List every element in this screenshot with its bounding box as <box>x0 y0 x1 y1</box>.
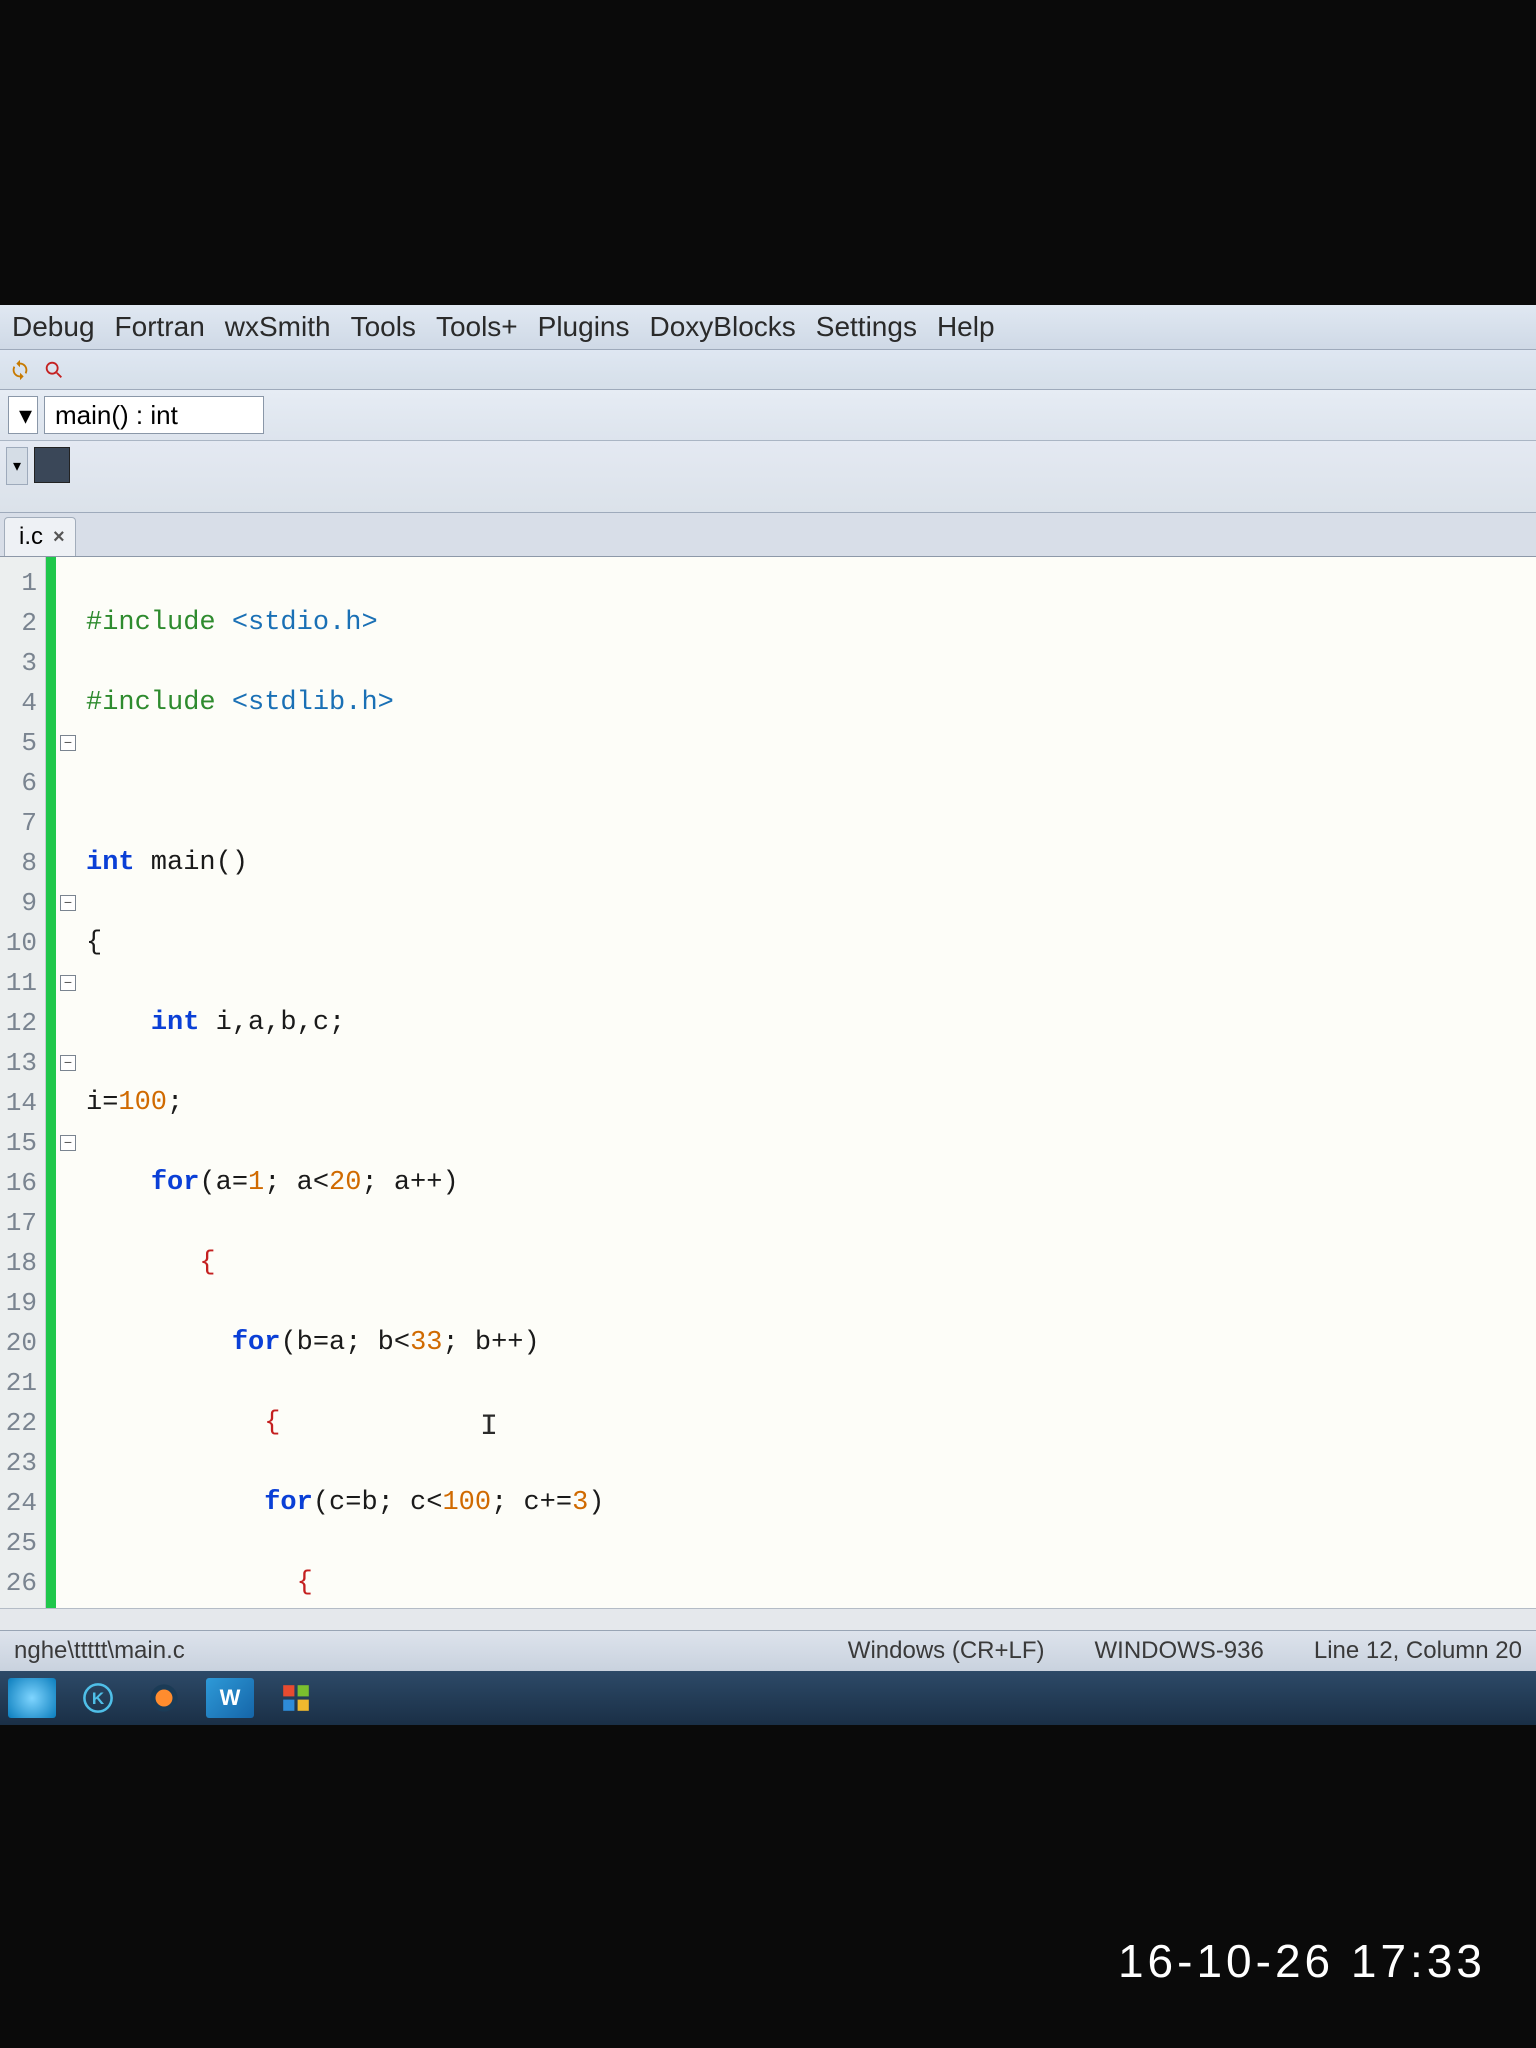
menu-toolsplus[interactable]: Tools+ <box>436 311 518 343</box>
taskbar: K W <box>0 1671 1536 1725</box>
status-encoding: WINDOWS-936 <box>1095 1637 1264 1665</box>
toolbar <box>0 350 1536 390</box>
refresh-icon[interactable] <box>6 356 34 384</box>
fold-toggle[interactable]: − <box>60 1055 76 1071</box>
status-eol: Windows (CR+LF) <box>848 1637 1045 1665</box>
taskbar-app-5[interactable] <box>272 1678 320 1718</box>
secondary-toolbar: ▾ <box>0 441 1536 513</box>
line-gutter: 123 456 789 101112 131415 161718 192021 … <box>0 557 46 1608</box>
menu-tools[interactable]: Tools <box>351 311 416 343</box>
close-icon[interactable]: × <box>53 526 65 549</box>
tab-bar: i.c × <box>0 513 1536 557</box>
menu-help[interactable]: Help <box>937 311 995 343</box>
code-editor[interactable]: 123 456 789 101112 131415 161718 192021 … <box>0 557 1536 1608</box>
horizontal-scrollbar[interactable] <box>0 1608 1536 1630</box>
fold-toggle[interactable]: − <box>60 735 76 751</box>
menu-settings[interactable]: Settings <box>816 311 917 343</box>
status-bar: nghe\ttttt\main.c Windows (CR+LF) WINDOW… <box>0 1630 1536 1671</box>
menu-debug[interactable]: Debug <box>12 311 95 343</box>
taskbar-app-3[interactable] <box>140 1678 188 1718</box>
fold-toggle[interactable]: − <box>60 975 76 991</box>
tool-button[interactable] <box>34 447 70 483</box>
svg-text:K: K <box>92 1689 105 1708</box>
tab-label: i.c <box>19 523 43 551</box>
taskbar-app-4[interactable]: W <box>206 1678 254 1718</box>
status-path: nghe\ttttt\main.c <box>14 1637 185 1665</box>
menu-fortran[interactable]: Fortran <box>115 311 205 343</box>
scope-dropdown[interactable]: ▾ <box>8 396 38 434</box>
fold-toggle[interactable]: − <box>60 1135 76 1151</box>
camera-timestamp: 16-10-26 17:33 <box>1118 1934 1486 1988</box>
fold-column: − − − − − <box>56 557 80 1608</box>
code-area[interactable]: #include <stdio.h> #include <stdlib.h> i… <box>80 557 1536 1608</box>
taskbar-app-2[interactable]: K <box>74 1678 122 1718</box>
text-cursor: I <box>480 1407 498 1447</box>
zoom-icon[interactable] <box>40 356 68 384</box>
chevron-down-icon[interactable]: ▾ <box>6 447 28 485</box>
status-position: Line 12, Column 20 <box>1314 1637 1522 1665</box>
menu-plugins[interactable]: Plugins <box>538 311 630 343</box>
function-dropdown[interactable]: main() : int <box>44 396 264 434</box>
tab-main-c[interactable]: i.c × <box>4 517 76 556</box>
menu-wxsmith[interactable]: wxSmith <box>225 311 331 343</box>
menu-bar: Debug Fortran wxSmith Tools Tools+ Plugi… <box>0 305 1536 350</box>
symbol-nav: ▾ main() : int <box>0 390 1536 441</box>
change-indicator <box>46 557 56 1608</box>
ide-window: Debug Fortran wxSmith Tools Tools+ Plugi… <box>0 305 1536 1725</box>
menu-doxyblocks[interactable]: DoxyBlocks <box>650 311 796 343</box>
fold-toggle[interactable]: − <box>60 895 76 911</box>
taskbar-app-1[interactable] <box>8 1678 56 1718</box>
